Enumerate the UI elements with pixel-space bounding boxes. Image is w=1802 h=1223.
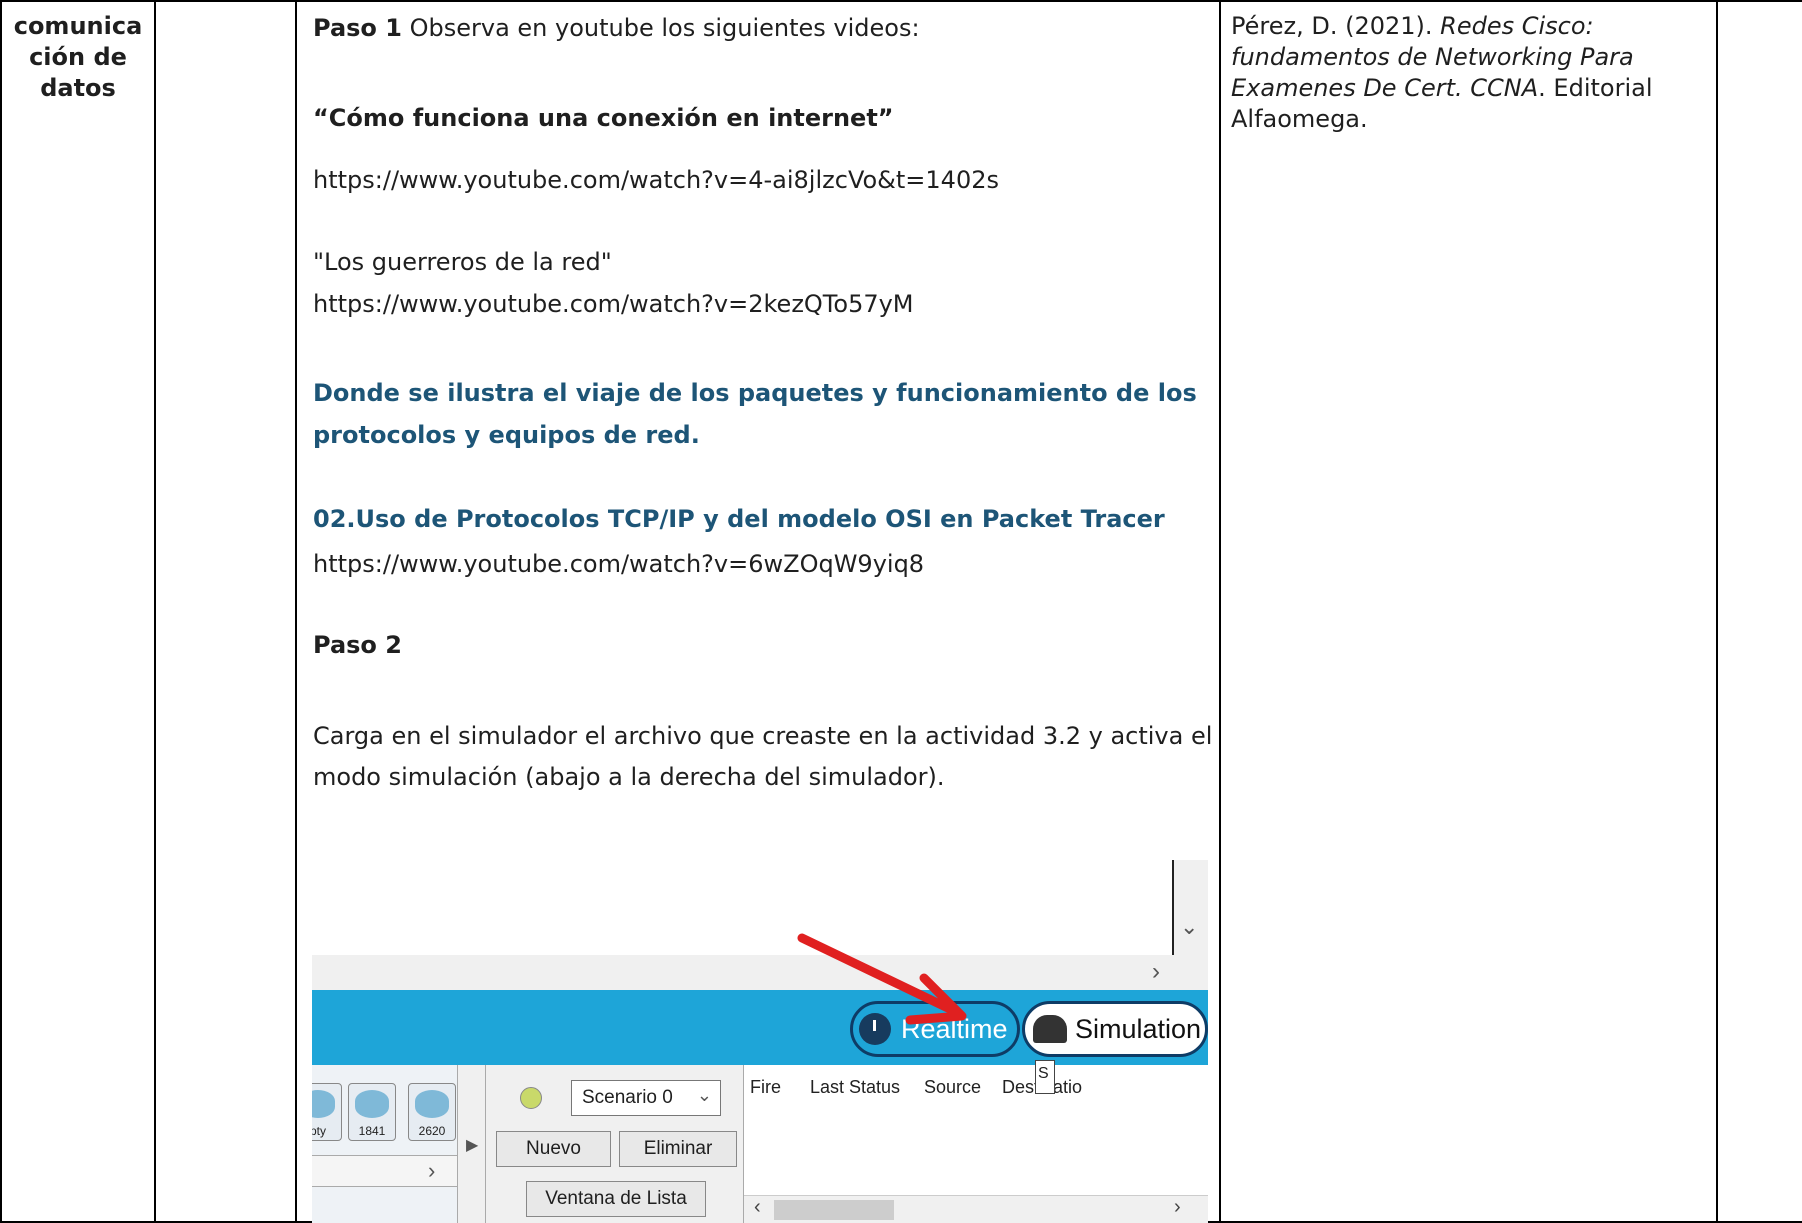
video1-title: “Cómo funciona una conexión en internet” — [313, 104, 894, 132]
video2-title: "Los guerreros de la red" — [313, 248, 612, 276]
empty-cell-right — [1716, 0, 1802, 1223]
reference-author: Pérez, D. (2021). — [1231, 12, 1441, 40]
highlight-line-2: protocolos y equipos de red. — [313, 421, 700, 449]
video3-link[interactable]: https://www.youtube.com/watch?v=6wZOqW9y… — [313, 550, 924, 578]
tooltip: S — [1035, 1060, 1055, 1094]
video2-link[interactable]: https://www.youtube.com/watch?v=2kezQTo5… — [313, 290, 914, 318]
paso2-line-2: modo simulación (abajo a la derecha del … — [313, 763, 945, 791]
red-arrow-icon — [797, 933, 967, 1025]
paso1-text: Observa en youtube los siguientes videos… — [401, 14, 920, 42]
empty-cell — [154, 0, 297, 1223]
paso1-label: Paso 1 — [313, 14, 402, 42]
highlight-line-1: Donde se ilustra el viaje de los paquete… — [313, 379, 1197, 407]
topic-line-2: ción de — [29, 43, 127, 71]
topic-cell: comunica ción de datos — [0, 0, 156, 1223]
reference-cell: Pérez, D. (2021). Redes Cisco: fundament… — [1219, 0, 1718, 1223]
video1-link[interactable]: https://www.youtube.com/watch?v=4-ai8jlz… — [313, 166, 999, 194]
paso2-label: Paso 2 — [313, 631, 402, 659]
simulator-screenshot: ⌄ › Realtime Simulation pty 1841 2620 › … — [312, 860, 1208, 1223]
topic-line-3: datos — [40, 74, 116, 102]
topic-line-1: comunica — [13, 12, 143, 40]
paso2-line-1: Carga en el simulador el archivo que cre… — [313, 722, 1213, 750]
video3-title: 02.Uso de Protocolos TCP/IP y del modelo… — [313, 505, 1165, 533]
